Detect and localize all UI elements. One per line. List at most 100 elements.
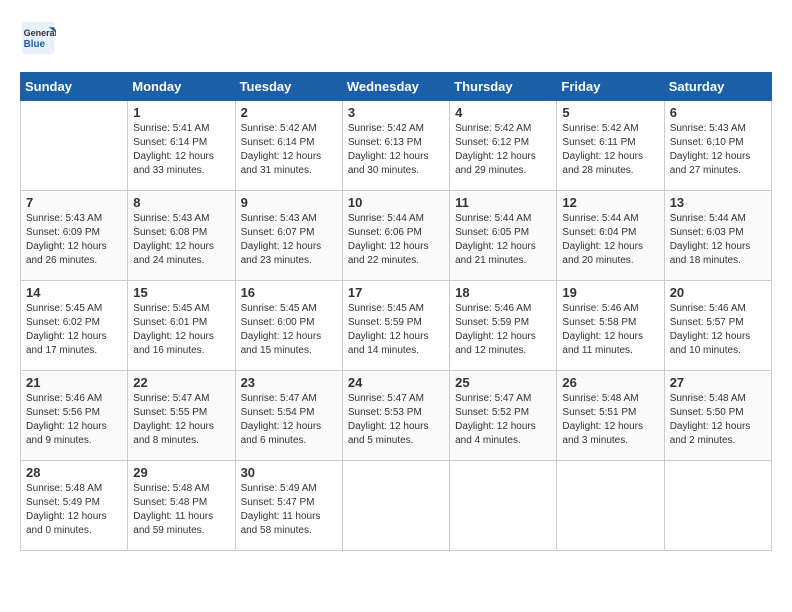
calendar-cell [342,461,449,551]
calendar-cell: 3 Sunrise: 5:42 AM Sunset: 6:13 PM Daylig… [342,101,449,191]
logo: General Blue [20,20,60,56]
day-info: Sunrise: 5:43 AM Sunset: 6:10 PM Dayligh… [670,122,766,178]
day-info: Sunrise: 5:45 AM Sunset: 5:59 PM Dayligh… [348,302,444,358]
calendar-week-1: 1 Sunrise: 5:41 AM Sunset: 6:14 PM Daylig… [21,101,772,191]
day-info: Sunrise: 5:45 AM Sunset: 6:01 PM Dayligh… [133,302,229,358]
calendar-cell: 29 Sunrise: 5:48 AM Sunset: 5:48 PM Dayli… [128,461,235,551]
day-info: Sunrise: 5:44 AM Sunset: 6:05 PM Dayligh… [455,212,551,268]
weekday-header-monday: Monday [128,73,235,101]
day-info: Sunrise: 5:46 AM Sunset: 5:57 PM Dayligh… [670,302,766,358]
day-info: Sunrise: 5:41 AM Sunset: 6:14 PM Dayligh… [133,122,229,178]
day-info: Sunrise: 5:47 AM Sunset: 5:53 PM Dayligh… [348,392,444,448]
day-number: 1 [133,105,229,120]
calendar-cell: 18Sunrise: 5:46 AM Sunset: 5:59 PM Dayli… [450,281,557,371]
day-number: 10 [348,195,444,210]
day-info: Sunrise: 5:43 AM Sunset: 6:07 PM Dayligh… [241,212,337,268]
day-number: 24 [348,375,444,390]
calendar-cell: 6Sunrise: 5:43 AM Sunset: 6:10 PM Daylig… [664,101,771,191]
calendar-cell: 8 Sunrise: 5:43 AM Sunset: 6:08 PM Daylig… [128,191,235,281]
day-number: 28 [26,465,122,480]
day-info: Sunrise: 5:42 AM Sunset: 6:14 PM Dayligh… [241,122,337,178]
day-info: Sunrise: 5:48 AM Sunset: 5:49 PM Dayligh… [26,482,122,538]
calendar-week-5: 28 Sunrise: 5:48 AM Sunset: 5:49 PM Dayli… [21,461,772,551]
calendar-cell [557,461,664,551]
weekday-header-wednesday: Wednesday [342,73,449,101]
day-info: Sunrise: 5:44 AM Sunset: 6:03 PM Dayligh… [670,212,766,268]
weekday-header-friday: Friday [557,73,664,101]
calendar-cell: 9 Sunrise: 5:43 AM Sunset: 6:07 PM Daylig… [235,191,342,281]
day-info: Sunrise: 5:46 AM Sunset: 5:58 PM Dayligh… [562,302,658,358]
day-info: Sunrise: 5:47 AM Sunset: 5:52 PM Dayligh… [455,392,551,448]
calendar-cell: 11Sunrise: 5:44 AM Sunset: 6:05 PM Dayli… [450,191,557,281]
day-info: Sunrise: 5:46 AM Sunset: 5:56 PM Dayligh… [26,392,122,448]
weekday-header-sunday: Sunday [21,73,128,101]
calendar-cell: 13 Sunrise: 5:44 AM Sunset: 6:03 PM Dayli… [664,191,771,281]
svg-text:Blue: Blue [24,39,46,50]
calendar-cell: 30 Sunrise: 5:49 AM Sunset: 5:47 PM Dayli… [235,461,342,551]
calendar-cell: 23Sunrise: 5:47 AM Sunset: 5:54 PM Dayli… [235,371,342,461]
calendar-cell: 1 Sunrise: 5:41 AM Sunset: 6:14 PM Daylig… [128,101,235,191]
day-info: Sunrise: 5:44 AM Sunset: 6:06 PM Dayligh… [348,212,444,268]
day-info: Sunrise: 5:43 AM Sunset: 6:08 PM Dayligh… [133,212,229,268]
weekday-header-tuesday: Tuesday [235,73,342,101]
calendar-week-2: 7 Sunrise: 5:43 AM Sunset: 6:09 PM Daylig… [21,191,772,281]
day-info: Sunrise: 5:44 AM Sunset: 6:04 PM Dayligh… [562,212,658,268]
day-number: 17 [348,285,444,300]
day-number: 22 [133,375,229,390]
day-number: 12 [562,195,658,210]
day-number: 5 [562,105,658,120]
day-info: Sunrise: 5:49 AM Sunset: 5:47 PM Dayligh… [241,482,337,538]
calendar-cell: 7 Sunrise: 5:43 AM Sunset: 6:09 PM Daylig… [21,191,128,281]
calendar-cell: 27 Sunrise: 5:48 AM Sunset: 5:50 PM Dayli… [664,371,771,461]
day-number: 26 [562,375,658,390]
calendar-cell [664,461,771,551]
day-number: 16 [241,285,337,300]
day-info: Sunrise: 5:45 AM Sunset: 6:02 PM Dayligh… [26,302,122,358]
day-info: Sunrise: 5:42 AM Sunset: 6:12 PM Dayligh… [455,122,551,178]
day-number: 2 [241,105,337,120]
day-number: 25 [455,375,551,390]
calendar-header: SundayMondayTuesdayWednesdayThursdayFrid… [21,73,772,101]
day-info: Sunrise: 5:48 AM Sunset: 5:51 PM Dayligh… [562,392,658,448]
day-number: 8 [133,195,229,210]
svg-text:General: General [24,28,56,38]
day-info: Sunrise: 5:43 AM Sunset: 6:09 PM Dayligh… [26,212,122,268]
day-number: 3 [348,105,444,120]
day-info: Sunrise: 5:48 AM Sunset: 5:50 PM Dayligh… [670,392,766,448]
calendar-cell: 20 Sunrise: 5:46 AM Sunset: 5:57 PM Dayli… [664,281,771,371]
calendar-cell: 4Sunrise: 5:42 AM Sunset: 6:12 PM Daylig… [450,101,557,191]
calendar-cell: 12 Sunrise: 5:44 AM Sunset: 6:04 PM Dayli… [557,191,664,281]
calendar-cell: 5 Sunrise: 5:42 AM Sunset: 6:11 PM Daylig… [557,101,664,191]
calendar-cell: 14 Sunrise: 5:45 AM Sunset: 6:02 PM Dayli… [21,281,128,371]
calendar-cell: 22 Sunrise: 5:47 AM Sunset: 5:55 PM Dayli… [128,371,235,461]
calendar-week-4: 21 Sunrise: 5:46 AM Sunset: 5:56 PM Dayli… [21,371,772,461]
calendar-cell: 10 Sunrise: 5:44 AM Sunset: 6:06 PM Dayli… [342,191,449,281]
day-number: 27 [670,375,766,390]
calendar-week-3: 14 Sunrise: 5:45 AM Sunset: 6:02 PM Dayli… [21,281,772,371]
calendar-table: SundayMondayTuesdayWednesdayThursdayFrid… [20,72,772,551]
day-number: 29 [133,465,229,480]
day-number: 7 [26,195,122,210]
calendar-cell: 2 Sunrise: 5:42 AM Sunset: 6:14 PM Daylig… [235,101,342,191]
day-number: 23 [241,375,337,390]
day-number: 30 [241,465,337,480]
logo-icon: General Blue [20,20,56,56]
calendar-cell: 28 Sunrise: 5:48 AM Sunset: 5:49 PM Dayli… [21,461,128,551]
day-info: Sunrise: 5:42 AM Sunset: 6:11 PM Dayligh… [562,122,658,178]
day-info: Sunrise: 5:46 AM Sunset: 5:59 PM Dayligh… [455,302,551,358]
calendar-cell: 19 Sunrise: 5:46 AM Sunset: 5:58 PM Dayli… [557,281,664,371]
day-info: Sunrise: 5:42 AM Sunset: 6:13 PM Dayligh… [348,122,444,178]
day-info: Sunrise: 5:47 AM Sunset: 5:55 PM Dayligh… [133,392,229,448]
weekday-header-saturday: Saturday [664,73,771,101]
weekday-header-thursday: Thursday [450,73,557,101]
day-number: 19 [562,285,658,300]
calendar-cell: 17 Sunrise: 5:45 AM Sunset: 5:59 PM Dayli… [342,281,449,371]
day-number: 20 [670,285,766,300]
day-number: 13 [670,195,766,210]
calendar-cell: 25 Sunrise: 5:47 AM Sunset: 5:52 PM Dayli… [450,371,557,461]
day-number: 21 [26,375,122,390]
day-number: 9 [241,195,337,210]
day-info: Sunrise: 5:48 AM Sunset: 5:48 PM Dayligh… [133,482,229,538]
day-number: 14 [26,285,122,300]
day-info: Sunrise: 5:45 AM Sunset: 6:00 PM Dayligh… [241,302,337,358]
